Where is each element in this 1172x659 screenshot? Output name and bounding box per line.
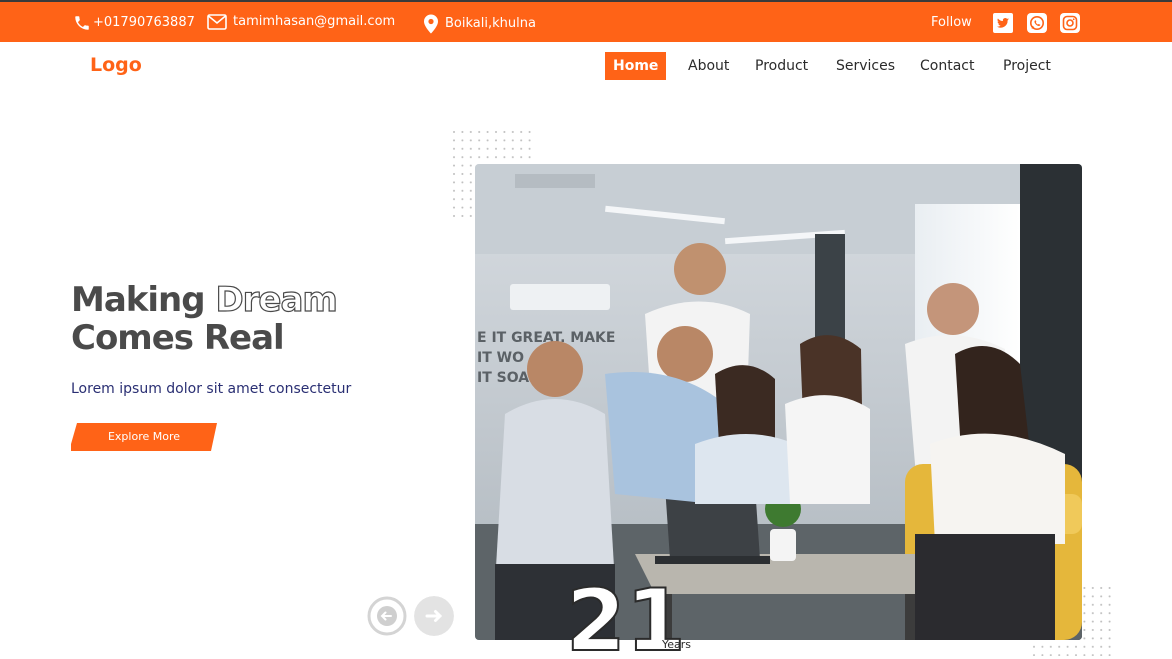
next-arrow-button[interactable] — [414, 596, 454, 636]
follow-label: Follow — [931, 15, 972, 30]
explore-more-button[interactable]: Explore More — [71, 423, 217, 451]
hero-title-line-1: Making Dream — [71, 279, 339, 320]
svg-text:IT WO: IT WO — [477, 350, 524, 366]
years-label: Years — [662, 638, 692, 651]
hero-title-word-2: Dream — [215, 279, 339, 320]
explore-button-label: Explore More — [107, 430, 181, 443]
location-pin-icon — [424, 14, 438, 34]
email-contact[interactable]: tamimhasan@gmail.com — [207, 14, 395, 30]
page: +01790763887 tamimhasan@gmail.com Boikal… — [0, 0, 1172, 659]
hero-subtitle: Lorem ipsum dolor sit amet consectetur — [71, 381, 352, 397]
email-address: tamimhasan@gmail.com — [233, 14, 396, 29]
nav-project[interactable]: Project — [1003, 52, 1051, 80]
hero-team-photo: E IT GREAT. MAKE IT WO IT SOAR — [475, 164, 1082, 640]
phone-contact[interactable]: +01790763887 — [73, 14, 195, 32]
nav-product[interactable]: Product — [755, 52, 808, 80]
phone-number: +01790763887 — [93, 15, 195, 30]
top-bar: +01790763887 tamimhasan@gmail.com Boikal… — [0, 0, 1172, 42]
phone-icon — [75, 16, 89, 30]
nav-services[interactable]: Services — [836, 52, 895, 80]
hero-title-line-2: Comes Real — [71, 318, 285, 358]
location-text: Boikali,khulna — [445, 16, 536, 31]
twitter-icon[interactable] — [993, 13, 1013, 33]
mail-icon — [207, 14, 227, 30]
nav-home[interactable]: Home — [605, 52, 667, 80]
hero-title-word-1: Making — [71, 280, 206, 320]
location-contact[interactable]: Boikali,khulna — [423, 14, 536, 34]
prev-arrow-button[interactable] — [367, 596, 407, 636]
instagram-icon[interactable] — [1060, 13, 1080, 33]
whatsapp-icon[interactable] — [1027, 13, 1047, 33]
nav-about[interactable]: About — [688, 52, 729, 80]
logo[interactable]: Logo — [90, 54, 142, 76]
nav-contact[interactable]: Contact — [920, 52, 974, 80]
